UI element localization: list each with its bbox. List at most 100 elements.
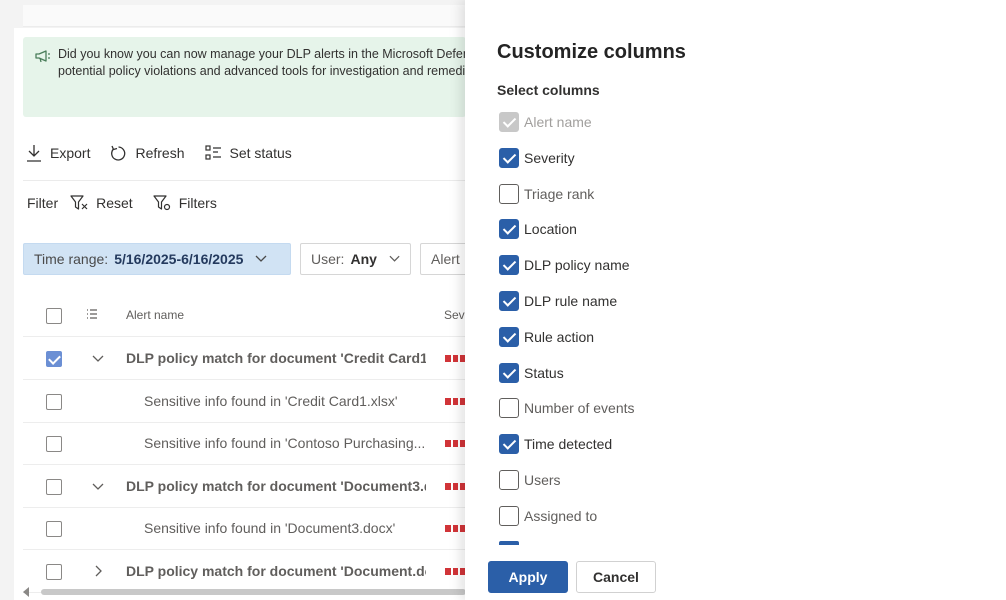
set-status-label: Set status [229,145,292,161]
column-option[interactable]: Time detected [499,433,612,455]
row-checkbox[interactable] [46,478,62,495]
filter-icon [153,195,170,211]
megaphone-icon [35,50,50,63]
row-checkbox[interactable] [46,393,62,410]
column-option-label: Rule action [524,328,595,345]
column-checkbox[interactable] [499,362,519,383]
alert-name-cell[interactable]: Sensitive info found in 'Credit Card1.xl… [144,393,434,409]
set-status-button[interactable]: Set status [204,145,292,161]
column-checkbox[interactable] [499,291,519,311]
alert-name-header[interactable]: Alert name [126,308,184,322]
severity-indicator [445,440,467,447]
column-checkbox[interactable] [499,326,519,347]
column-checkbox[interactable] [499,470,519,490]
column-option[interactable]: Location [499,218,577,240]
alert-filter-label: Alert [431,251,460,267]
scroll-left-icon[interactable] [23,587,29,597]
column-option-label: Status [524,364,564,381]
chevron-down-icon[interactable] [91,351,105,365]
column-checkbox[interactable] [499,505,519,526]
column-option-label: Location [524,221,577,238]
reset-label: Reset [96,195,133,211]
time-range-filter[interactable]: Time range: 5/16/2025-6/16/2025 [23,243,291,275]
time-range-label: Time range: [34,251,109,267]
table-row[interactable]: Sensitive info found in 'Document3.docx' [23,508,467,550]
filters-button[interactable]: Filters [153,195,217,211]
column-option-label: Severity [524,149,575,166]
row-checkbox[interactable] [46,351,62,367]
column-checkbox[interactable] [499,255,519,276]
scrollbar-thumb[interactable] [41,589,466,595]
horizontal-scrollbar[interactable] [23,587,466,597]
command-bar: Export Refresh Set status [26,138,312,168]
filter-bar: Filter Reset Filters [27,190,237,216]
export-label: Export [50,145,91,161]
apply-button[interactable]: Apply [488,561,568,593]
table-row[interactable]: Sensitive info found in 'Credit Card1.xl… [23,381,467,423]
filter-label: Filter [27,195,59,211]
panel-title: Customize columns [497,41,686,63]
alert-name-cell[interactable]: Sensitive info found in 'Contoso Purchas… [144,435,434,451]
column-option[interactable]: Triage rank [499,183,594,205]
column-option-label: Triage rank [524,185,595,202]
column-option[interactable]: Rule action [499,326,594,348]
banner-text: Did you know you can now manage your DLP… [58,46,466,80]
severity-indicator [445,355,467,362]
list-icon [87,309,97,319]
column-option-label: Users [524,472,561,488]
row-checkbox[interactable] [46,436,62,452]
chevron-down-icon[interactable] [91,479,105,493]
column-option[interactable]: Assigned to [499,505,597,527]
row-checkbox[interactable] [46,563,62,580]
row-checkbox[interactable] [46,521,62,537]
alert-name-cell[interactable]: Sensitive info found in 'Document3.docx' [144,520,434,536]
column-option-label: DLP rule name [524,293,618,309]
download-icon [27,145,41,162]
chevron-down-icon [255,255,267,262]
column-option-label: Time detected [524,436,613,453]
user-filter-value: Any [350,251,377,267]
column-checkbox[interactable] [499,219,519,240]
column-option[interactable]: Number of events [499,397,635,419]
user-filter-label: User: [311,251,345,267]
column-checkbox[interactable] [499,183,519,204]
checklist-icon [204,145,221,160]
user-filter[interactable]: User: Any [300,243,411,275]
banner-line-2: potential policy violations and advanced… [58,64,466,78]
time-range-value: 5/16/2025-6/16/2025 [114,251,244,267]
column-option[interactable]: DLP policy name [499,254,630,276]
column-checkbox [499,112,519,132]
panel-footer: Apply Cancel [465,545,1006,600]
table-row[interactable]: DLP policy match for document 'Document3… [23,466,467,508]
select-all-checkbox[interactable] [46,308,62,324]
severity-indicator [445,525,467,532]
column-checkbox[interactable] [499,398,519,419]
reset-button[interactable]: Reset [70,195,133,211]
table-row[interactable]: Sensitive info found in 'Contoso Purchas… [23,423,467,465]
alert-name-cell[interactable]: DLP policy match for document 'Credit Ca… [126,350,426,366]
column-option-label: Alert name [524,114,592,130]
column-option[interactable]: DLP rule name [499,290,617,312]
severity-indicator [445,397,467,405]
column-option-label: DLP policy name [524,257,630,274]
column-option[interactable]: Users [499,469,561,491]
column-option[interactable]: Status [499,362,564,384]
column-checkbox[interactable] [499,147,519,168]
cancel-button[interactable]: Cancel [576,561,656,593]
column-checkbox[interactable] [499,434,519,455]
table-row[interactable]: DLP policy match for document 'Credit Ca… [23,338,467,380]
customize-columns-panel: Customize columns Select columns Alert n… [465,0,1006,600]
chevron-right-icon[interactable] [91,564,105,578]
filters-label: Filters [178,195,217,211]
severity-indicator [445,482,467,490]
top-bar [23,5,466,27]
export-button[interactable]: Export [26,144,90,162]
column-option[interactable]: Severity [499,147,575,169]
refresh-label: Refresh [135,145,185,161]
alert-name-cell[interactable]: DLP policy match for document 'Document3… [126,478,426,494]
alert-name-cell[interactable]: DLP policy match for document 'Document.… [126,563,426,579]
refresh-button[interactable]: Refresh [110,145,185,162]
filter-reset-icon [70,195,88,210]
chevron-down-icon [389,255,400,262]
severity-indicator [445,567,467,575]
